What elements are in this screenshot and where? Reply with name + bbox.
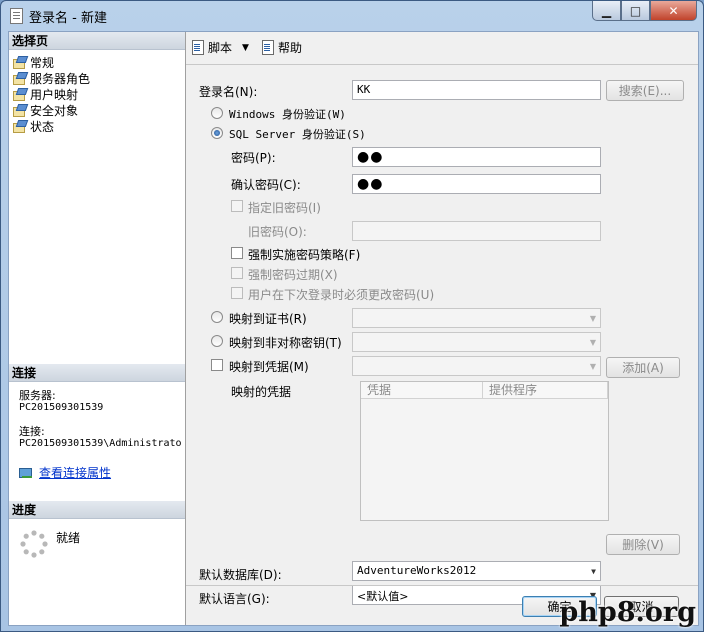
- windows-auth-radio[interactable]: [211, 107, 223, 119]
- page-item-general[interactable]: 常规: [12, 54, 90, 70]
- page-list: 常规 服务器角色 用户映射 安全对象 状态: [12, 54, 90, 134]
- chevron-down-icon: ▼: [589, 338, 596, 347]
- page-item-securables[interactable]: 安全对象: [12, 102, 90, 118]
- general-form: 登录名(N): KK 搜索(E)... Windows 身份验证(W) SQL …: [186, 65, 698, 625]
- confirm-password-label: 确认密码(C):: [231, 178, 301, 192]
- remove-button[interactable]: 删除(V): [606, 534, 680, 555]
- must-change-label: 用户在下次登录时必须更改密码(U): [248, 288, 435, 302]
- page-item-user-mapping[interactable]: 用户映射: [12, 86, 90, 102]
- server-value: PC201509301539: [19, 402, 104, 413]
- watermark: php8.org: [559, 597, 696, 628]
- login-name-input[interactable]: KK: [352, 80, 601, 100]
- map-asym-key-label: 映射到非对称密钥(T): [229, 336, 342, 350]
- minimize-button[interactable]: ▁: [592, 1, 621, 21]
- enforce-policy-label: 强制实施密码策略(F): [248, 248, 361, 262]
- map-certificate-label: 映射到证书(R): [229, 312, 307, 326]
- select-page-header: 选择页: [9, 32, 185, 50]
- map-credential-label: 映射到凭据(M): [229, 360, 309, 374]
- mapped-credentials-label: 映射的凭据: [231, 385, 292, 399]
- page-icon: [12, 56, 26, 69]
- sql-auth-label: SQL Server 身份验证(S): [229, 128, 366, 141]
- grid-header-provider[interactable]: 提供程序: [483, 382, 608, 399]
- specify-old-password-checkbox[interactable]: [231, 200, 243, 212]
- login-name-label: 登录名(N):: [199, 85, 258, 99]
- sql-auth-radio[interactable]: [211, 127, 223, 139]
- grid-header-credential[interactable]: 凭据: [361, 382, 483, 399]
- connection-info: 服务器: PC201509301539 连接: PC201509301539\A…: [19, 390, 182, 450]
- title-bar[interactable]: 登录名 - 新建 ▁ □ ✕: [1, 1, 703, 29]
- add-button[interactable]: 添加(A): [606, 357, 680, 378]
- script-button[interactable]: 脚本 ▼: [192, 39, 249, 56]
- progress-spinner-icon: [20, 530, 48, 558]
- window-title: 登录名 - 新建: [29, 11, 107, 26]
- enforce-expiration-checkbox[interactable]: [231, 267, 243, 279]
- maximize-icon: □: [629, 3, 642, 18]
- password-field[interactable]: ●●: [352, 147, 601, 167]
- search-button[interactable]: 搜索(E)...: [606, 80, 684, 101]
- specify-old-password-label: 指定旧密码(I): [248, 201, 321, 215]
- maximize-button[interactable]: □: [621, 1, 650, 21]
- page-icon: [12, 120, 26, 133]
- help-icon: [262, 40, 274, 55]
- left-pane: 选择页 常规 服务器角色 用户映射 安全对象 状态 连接 服务器: PC2015…: [9, 32, 186, 625]
- windows-auth-label: Windows 身份验证(W): [229, 108, 346, 121]
- connection-label: 连接:: [19, 425, 45, 438]
- minimize-icon: ▁: [601, 3, 612, 18]
- map-certificate-radio[interactable]: [211, 311, 223, 323]
- confirm-password-field[interactable]: ●●: [352, 174, 601, 194]
- page-icon: [12, 104, 26, 117]
- map-asym-key-radio[interactable]: [211, 335, 223, 347]
- toolbar: 脚本 ▼ 帮助: [186, 32, 698, 65]
- mapped-credentials-grid[interactable]: 凭据 提供程序: [360, 381, 609, 521]
- page-item-server-roles[interactable]: 服务器角色: [12, 70, 90, 86]
- progress-header: 进度: [9, 501, 185, 519]
- dialog-client: 选择页 常规 服务器角色 用户映射 安全对象 状态 连接 服务器: PC2015…: [8, 31, 699, 626]
- close-icon: ✕: [668, 3, 679, 18]
- connection-value: PC201509301539\Administrato: [19, 438, 182, 449]
- asym-key-combo[interactable]: ▼: [352, 332, 601, 352]
- chevron-down-icon: ▼: [589, 314, 596, 323]
- view-connection-properties-link[interactable]: 查看连接属性: [19, 464, 111, 481]
- chevron-down-icon: ▼: [589, 362, 596, 371]
- page-icon: [12, 88, 26, 101]
- connection-properties-icon: [19, 467, 33, 479]
- default-database-combo[interactable]: AdventureWorks2012 ▼: [352, 561, 601, 581]
- map-credential-checkbox[interactable]: [211, 359, 223, 371]
- script-icon: [192, 40, 204, 55]
- default-database-label: 默认数据库(D):: [199, 568, 282, 582]
- enforce-policy-checkbox[interactable]: [231, 247, 243, 259]
- certificate-combo[interactable]: ▼: [352, 308, 601, 328]
- credential-combo[interactable]: ▼: [352, 356, 601, 376]
- login-new-dialog: 登录名 - 新建 ▁ □ ✕ 选择页 常规 服务器角色 用户映射 安全对象 状态…: [0, 0, 704, 632]
- old-password-label: 旧密码(O):: [248, 225, 307, 239]
- help-button[interactable]: 帮助: [262, 39, 302, 56]
- connection-header: 连接: [9, 364, 185, 382]
- old-password-field[interactable]: [352, 221, 601, 241]
- page-icon: [12, 72, 26, 85]
- password-label: 密码(P):: [231, 151, 276, 165]
- progress-status: 就绪: [56, 531, 81, 545]
- chevron-down-icon: ▼: [591, 567, 596, 576]
- dropdown-arrow-icon[interactable]: ▼: [242, 43, 249, 53]
- server-label: 服务器:: [19, 389, 56, 402]
- page-item-status[interactable]: 状态: [12, 118, 90, 134]
- document-icon: [10, 8, 23, 24]
- must-change-checkbox[interactable]: [231, 287, 243, 299]
- close-button[interactable]: ✕: [650, 1, 697, 21]
- enforce-expiration-label: 强制密码过期(X): [248, 268, 338, 282]
